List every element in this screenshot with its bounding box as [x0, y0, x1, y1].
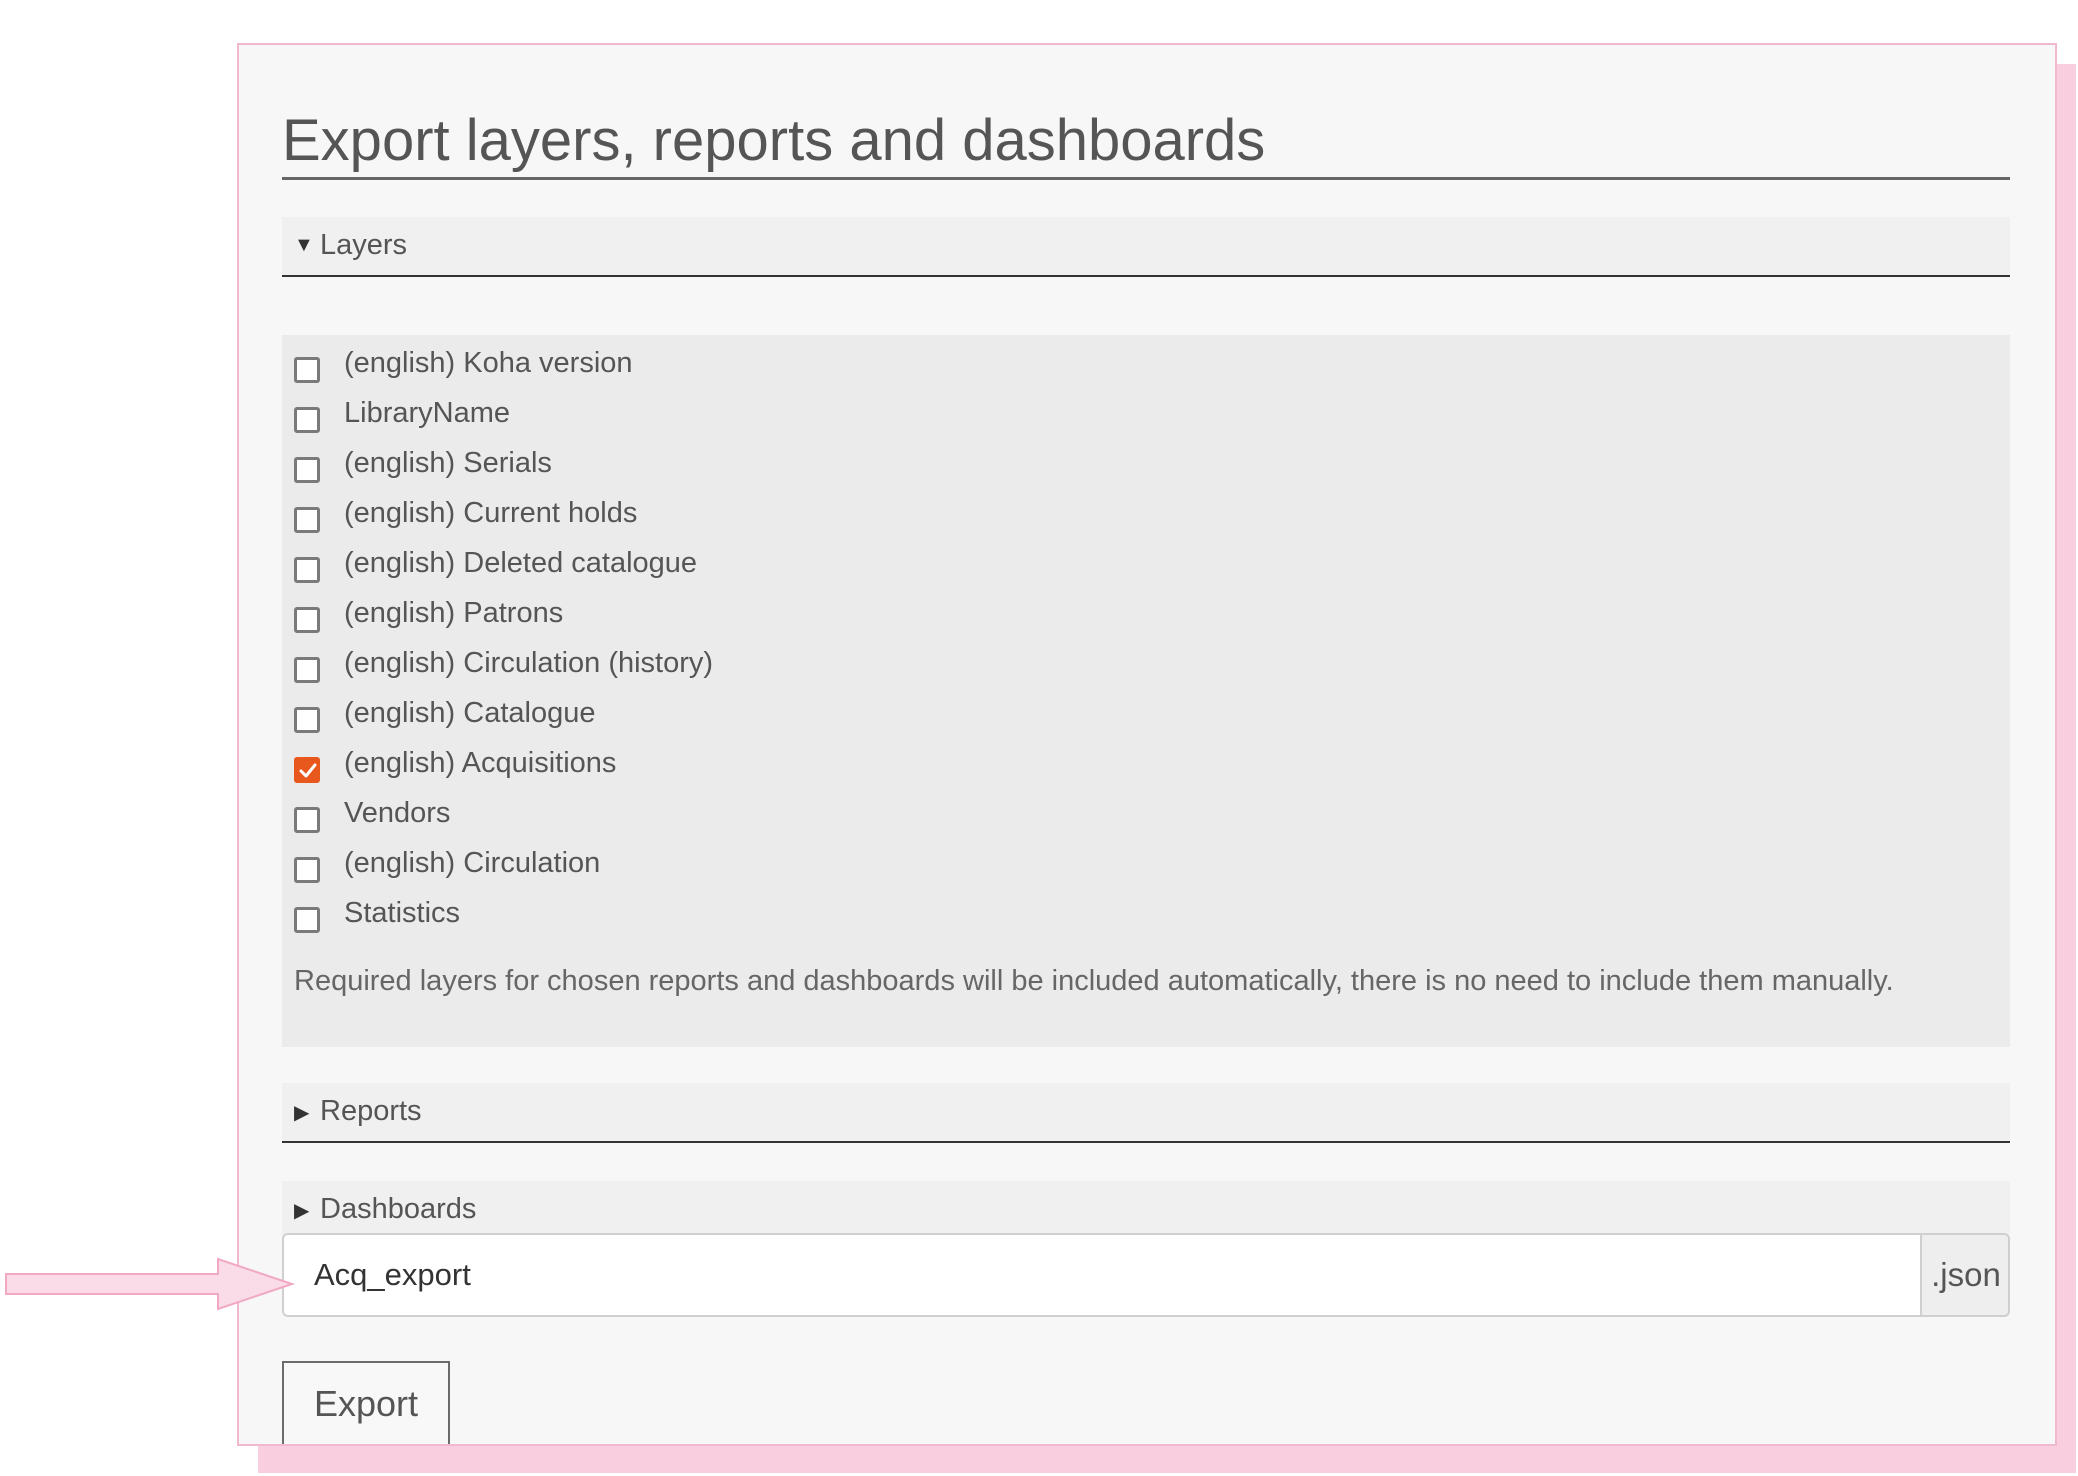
filename-input[interactable] — [284, 1235, 1920, 1315]
file-extension-addon: .json — [1920, 1235, 2008, 1315]
layer-option-label: (english) Catalogue — [344, 697, 596, 729]
checkbox[interactable] — [294, 357, 320, 383]
title-divider — [282, 177, 2010, 180]
layer-option-label: LibraryName — [344, 397, 510, 429]
layer-option[interactable]: (english) Circulation (history) — [282, 647, 2010, 687]
layer-option[interactable]: (english) Patrons — [282, 597, 2010, 637]
checkbox[interactable] — [294, 507, 320, 533]
layers-list: (english) Koha version LibraryName (englis… — [282, 335, 2010, 1047]
layer-option-label: Statistics — [344, 897, 461, 929]
checkbox[interactable] — [294, 857, 320, 883]
checkbox[interactable] — [294, 457, 320, 483]
reports-section-toggle[interactable]: ▶ Reports — [282, 1083, 2010, 1143]
layers-section-heading: Layers — [320, 229, 408, 261]
layer-option[interactable]: (english) Circulation — [282, 847, 2010, 887]
layer-option-label: (english) Acquisitions — [344, 747, 617, 779]
dashboards-section-toggle[interactable]: ▶ Dashboards — [282, 1181, 2010, 1241]
layer-option[interactable]: Statistics — [282, 897, 2010, 937]
checkbox[interactable] — [294, 907, 320, 933]
reports-section-heading: Reports — [320, 1095, 422, 1127]
checkbox[interactable] — [294, 707, 320, 733]
checkbox[interactable] — [294, 807, 320, 833]
layer-option-label: (english) Deleted catalogue — [344, 547, 698, 579]
layer-option[interactable]: LibraryName — [282, 397, 2010, 437]
checkbox[interactable] — [294, 407, 320, 433]
layer-option-label: (english) Koha version — [344, 347, 633, 379]
caret-down-icon: ▼ — [294, 234, 314, 256]
export-panel: Export layers, reports and dashboards ▼ … — [237, 43, 2057, 1446]
layers-section-toggle[interactable]: ▼ Layers — [282, 217, 2010, 277]
layer-option[interactable]: (english) Deleted catalogue — [282, 547, 2010, 587]
annotation-arrow-icon — [5, 1257, 296, 1311]
checkbox[interactable] — [294, 657, 320, 683]
checkbox[interactable] — [294, 607, 320, 633]
checkbox-checked[interactable] — [294, 757, 320, 783]
layer-option[interactable]: Vendors — [282, 797, 2010, 837]
layer-option[interactable]: (english) Serials — [282, 447, 2010, 487]
layer-option[interactable]: (english) Koha version — [282, 347, 2010, 387]
layer-option-label: (english) Patrons — [344, 597, 564, 629]
layer-option-label: Vendors — [344, 797, 451, 829]
export-button[interactable]: Export — [282, 1361, 450, 1444]
layer-option-label: (english) Circulation (history) — [344, 647, 714, 679]
checkmark-icon — [299, 763, 317, 778]
layer-option-label: (english) Circulation — [344, 847, 601, 879]
caret-right-icon: ▶ — [294, 1102, 310, 1124]
dashboards-section-heading: Dashboards — [320, 1193, 477, 1225]
caret-right-icon: ▶ — [294, 1200, 310, 1222]
layer-option-label: (english) Current holds — [344, 497, 638, 529]
filename-input-group: .json — [282, 1233, 2010, 1317]
layer-option-label: (english) Serials — [344, 447, 552, 479]
page-title: Export layers, reports and dashboards — [282, 108, 1266, 173]
checkbox[interactable] — [294, 557, 320, 583]
layers-help-note: Required layers for chosen reports and d… — [294, 965, 1894, 997]
layer-option[interactable]: (english) Current holds — [282, 497, 2010, 537]
layer-option[interactable]: (english) Catalogue — [282, 697, 2010, 737]
layer-option[interactable]: (english) Acquisitions — [282, 747, 2010, 787]
